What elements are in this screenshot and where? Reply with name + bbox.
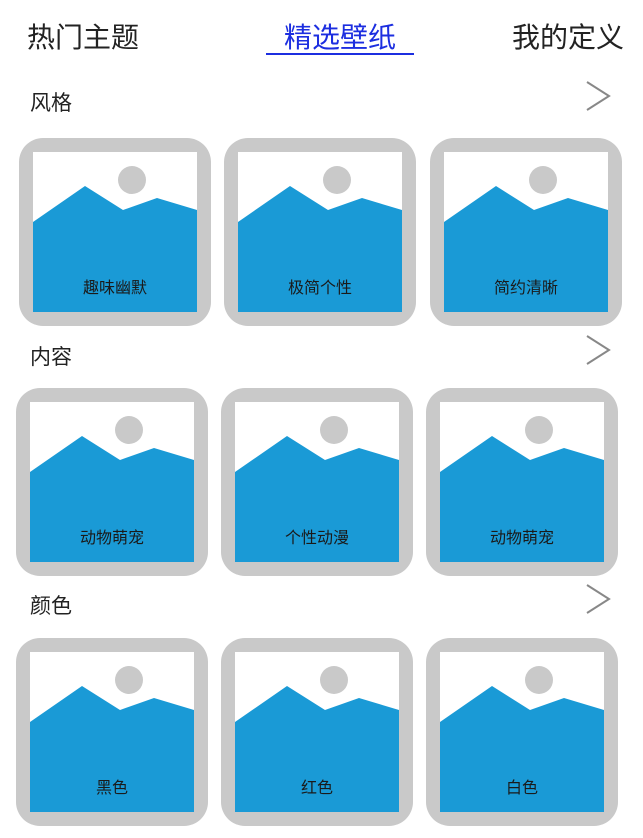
- section-title: 内容: [30, 345, 72, 369]
- wallpaper-card[interactable]: 白色: [426, 638, 618, 826]
- tab-hot-themes[interactable]: 热门主题: [27, 16, 139, 60]
- card-label: 极简个性: [287, 278, 352, 297]
- wallpaper-card[interactable]: 动物萌宠: [16, 388, 208, 576]
- section-title: 风格: [30, 91, 72, 115]
- wallpaper-card[interactable]: 红色: [221, 638, 413, 826]
- tab-my-custom[interactable]: 我的定义: [512, 16, 624, 60]
- card-thumbnail: 红色: [235, 652, 399, 812]
- card-thumbnail: 白色: [440, 652, 604, 812]
- card-thumbnail: 极简个性: [238, 152, 402, 312]
- card-thumbnail: 动物萌宠: [30, 402, 194, 562]
- card-label: 趣味幽默: [82, 278, 147, 297]
- wallpaper-card[interactable]: 黑色: [16, 638, 208, 826]
- top-tab-bar: 热门主题 精选壁纸 我的定义: [0, 0, 643, 70]
- wallpaper-card[interactable]: 极简个性: [224, 138, 416, 326]
- card-label: 白色: [505, 778, 538, 797]
- section-title: 颜色: [30, 594, 72, 618]
- wallpaper-card[interactable]: 简约清晰: [430, 138, 622, 326]
- card-thumbnail: 简约清晰: [444, 152, 608, 312]
- active-tab-underline: [266, 53, 414, 55]
- card-label: 动物萌宠: [79, 528, 144, 547]
- card-thumbnail: 动物萌宠: [440, 402, 604, 562]
- card-label: 简约清晰: [493, 278, 558, 297]
- wallpaper-card[interactable]: 趣味幽默: [19, 138, 211, 326]
- card-label: 黑色: [95, 778, 128, 797]
- wallpaper-card[interactable]: 动物萌宠: [426, 388, 618, 576]
- card-label: 动物萌宠: [489, 528, 554, 547]
- chevron-right-icon[interactable]: [583, 330, 613, 370]
- card-label: 红色: [300, 778, 333, 797]
- card-thumbnail: 黑色: [30, 652, 194, 812]
- card-thumbnail: 个性动漫: [235, 402, 399, 562]
- wallpaper-card[interactable]: 个性动漫: [221, 388, 413, 576]
- chevron-right-icon[interactable]: [583, 579, 613, 619]
- card-label: 个性动漫: [284, 528, 349, 547]
- card-thumbnail: 趣味幽默: [33, 152, 197, 312]
- chevron-right-icon[interactable]: [583, 76, 613, 116]
